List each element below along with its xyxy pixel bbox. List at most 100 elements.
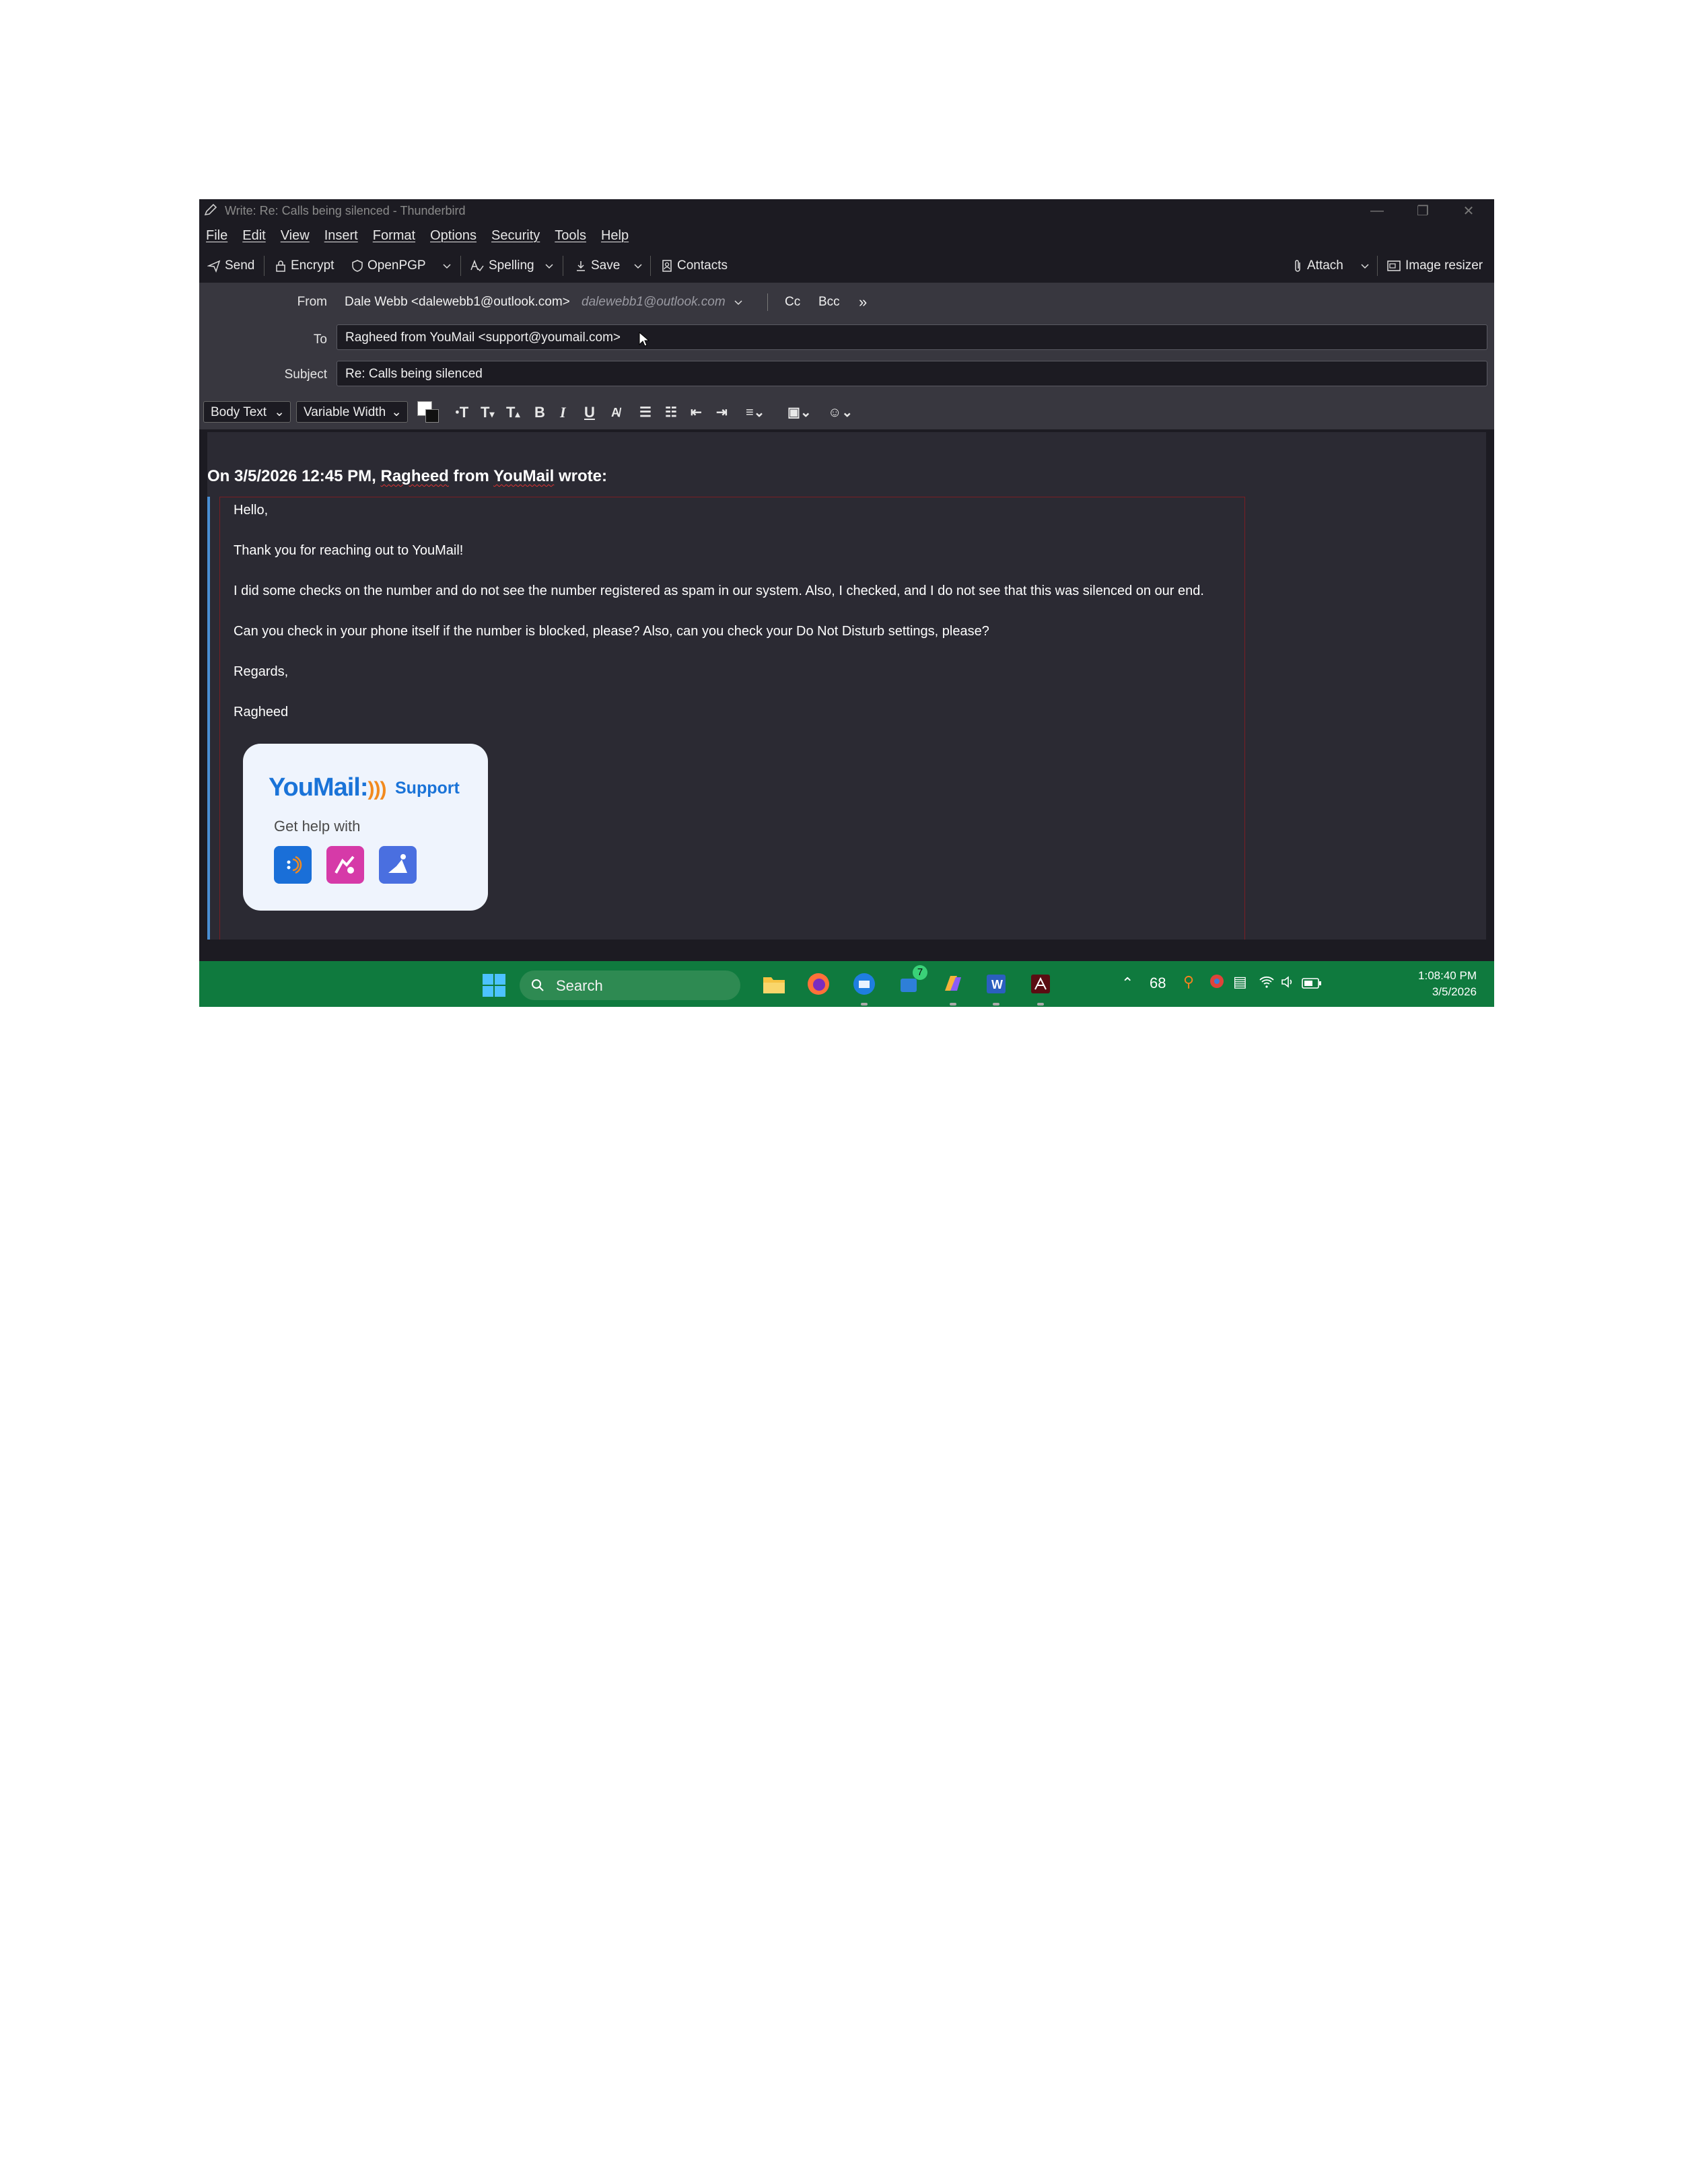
start-button[interactable] xyxy=(482,973,506,1001)
lock-icon xyxy=(276,260,285,272)
battery-icon[interactable] xyxy=(1302,976,1322,993)
system-clock[interactable]: 1:08:40 PM 3/5/2026 xyxy=(1418,968,1477,1000)
emoji-icon[interactable]: ☺⌄ xyxy=(828,405,853,420)
taskbar-search[interactable]: Search xyxy=(520,971,740,1000)
firefox-icon[interactable] xyxy=(805,971,832,997)
image-resizer-label: Image resizer xyxy=(1405,258,1483,273)
indent-icon[interactable]: ⇥ xyxy=(716,405,728,420)
youmail-logo: YouMail:))) xyxy=(269,773,386,802)
quoted-message: Hello, Thank you for reaching out to You… xyxy=(219,497,1245,940)
compose-toolbar: Send Encrypt OpenPGP Spelling Save Conta… xyxy=(199,249,1494,283)
openpgp-dropdown[interactable] xyxy=(442,254,456,277)
send-button[interactable]: Send xyxy=(207,254,254,277)
bcc-button[interactable]: Bcc xyxy=(818,295,840,310)
file-explorer-icon[interactable] xyxy=(761,971,787,997)
notes-icon[interactable]: ▤ xyxy=(1233,973,1247,991)
subject-field[interactable]: Re: Calls being silenced xyxy=(337,361,1487,386)
insert-image-icon[interactable]: ▣⌄ xyxy=(787,405,812,420)
status-bar xyxy=(199,940,1494,961)
title-bar: Write: Re: Calls being silenced - Thunde… xyxy=(199,199,1494,222)
to-recipient-pill[interactable]: Ragheed from YouMail <support@youmail.co… xyxy=(345,330,621,345)
chrome-icon[interactable] xyxy=(1209,973,1225,993)
contacts-label: Contacts xyxy=(677,258,728,273)
attach-dropdown[interactable] xyxy=(1360,254,1374,277)
background-color-picker[interactable] xyxy=(425,409,439,423)
subject-label: Subject xyxy=(284,367,327,382)
windows-taskbar: Search 7 W ⌃ 68 ⚲ ▤ 1:08:40 PM 3/5/2026 xyxy=(199,961,1494,1007)
chevron-down-icon xyxy=(1361,264,1369,269)
menu-tools[interactable]: Tools xyxy=(555,228,586,244)
blockquote: Hello, Thank you for reaching out to You… xyxy=(207,497,1486,940)
weather-temp[interactable]: 68 xyxy=(1150,975,1166,992)
to-field[interactable]: Ragheed from YouMail <support@youmail.co… xyxy=(337,324,1487,350)
encrypt-label: Encrypt xyxy=(291,258,335,273)
font-select[interactable]: Variable Width ⌄ xyxy=(296,401,408,423)
mouse-cursor xyxy=(638,331,650,351)
underline-icon[interactable]: U xyxy=(584,405,595,420)
menu-format[interactable]: Format xyxy=(373,228,415,244)
menu-file[interactable]: File xyxy=(206,228,227,244)
voicemail-icon[interactable] xyxy=(274,846,312,884)
wifi-icon[interactable] xyxy=(1259,975,1275,993)
minimize-button[interactable]: — xyxy=(1354,199,1400,222)
menu-options[interactable]: Options xyxy=(430,228,477,244)
save-button[interactable]: Save xyxy=(575,254,620,277)
shield-icon xyxy=(352,260,363,272)
italic-icon[interactable]: I xyxy=(560,405,566,420)
cc-button[interactable]: Cc xyxy=(785,295,800,310)
volume-icon[interactable] xyxy=(1280,975,1295,993)
chevron-down-icon xyxy=(545,264,553,269)
svg-text:W: W xyxy=(991,978,1003,991)
restore-button[interactable]: ❐ xyxy=(1400,199,1446,222)
attach-button[interactable]: Attach xyxy=(1292,254,1343,277)
font-size-smaller-icon[interactable]: T▾ xyxy=(481,405,494,421)
send-icon xyxy=(207,260,221,273)
bold-icon[interactable]: B xyxy=(534,405,545,420)
block-spam-icon[interactable] xyxy=(326,846,364,884)
menu-view[interactable]: View xyxy=(281,228,310,244)
align-icon[interactable]: ≡⌄ xyxy=(746,405,765,420)
spelling-button[interactable]: Spelling xyxy=(470,254,534,277)
menu-bar: File Edit View Insert Format Options Sec… xyxy=(199,222,1494,249)
spelling-dropdown[interactable] xyxy=(544,254,559,277)
from-label: From xyxy=(297,295,327,309)
from-identity: dalewebb1@outlook.com xyxy=(582,295,726,309)
compose-body[interactable]: On 3/5/2026 12:45 PM, Ragheed from YouMa… xyxy=(207,432,1486,940)
menu-help[interactable]: Help xyxy=(601,228,629,244)
font-value: Variable Width xyxy=(304,405,386,419)
more-recipients-icon[interactable]: » xyxy=(859,293,867,311)
numbered-list-icon[interactable]: ☷ xyxy=(665,405,677,420)
image-resizer-button[interactable]: Image resizer xyxy=(1386,254,1483,277)
openpgp-button[interactable]: OpenPGP xyxy=(351,254,426,277)
contacts-button[interactable]: Contacts xyxy=(661,254,728,277)
word-icon[interactable]: W xyxy=(983,971,1010,997)
search-app-icon[interactable]: ⚲ xyxy=(1183,973,1194,991)
chevron-down-icon xyxy=(634,264,642,269)
clear-formatting-icon[interactable]: A̸ xyxy=(611,405,620,420)
message-line: Can you check in your phone itself if th… xyxy=(234,624,989,639)
close-button[interactable]: ✕ xyxy=(1446,199,1491,222)
paragraph-format-select[interactable]: Body Text ⌄ xyxy=(203,401,291,423)
from-selector[interactable]: Dale Webb <dalewebb1@outlook.com> dalewe… xyxy=(345,295,744,310)
format-toolbar: Body Text ⌄ Variable Width ⌄ ꞏT T▾ T▴ B … xyxy=(199,396,1494,429)
font-size-normal-icon[interactable]: ꞏT xyxy=(455,405,468,420)
acrobat-icon[interactable] xyxy=(1027,971,1054,997)
tray-overflow-icon[interactable]: ⌃ xyxy=(1121,975,1133,992)
notification-badge: 7 xyxy=(913,965,927,980)
thunderbird-icon[interactable] xyxy=(851,971,878,997)
spelling-label: Spelling xyxy=(489,258,534,273)
clock-date: 3/5/2026 xyxy=(1432,985,1477,998)
encrypt-button[interactable]: Encrypt xyxy=(275,254,334,277)
settings-help-icon[interactable] xyxy=(379,846,417,884)
spellcheck-icon xyxy=(470,259,484,272)
quote-citation: On 3/5/2026 12:45 PM, Ragheed from YouMa… xyxy=(207,467,607,485)
menu-insert[interactable]: Insert xyxy=(324,228,358,244)
outdent-icon[interactable]: ⇤ xyxy=(691,405,702,420)
save-dropdown[interactable] xyxy=(633,254,647,277)
copilot-icon[interactable] xyxy=(940,971,966,997)
menu-edit[interactable]: Edit xyxy=(242,228,265,244)
bullet-list-icon[interactable]: ☰ xyxy=(639,405,652,420)
openpgp-label: OpenPGP xyxy=(367,258,426,273)
menu-security[interactable]: Security xyxy=(491,228,540,244)
font-size-larger-icon[interactable]: T▴ xyxy=(506,405,520,421)
